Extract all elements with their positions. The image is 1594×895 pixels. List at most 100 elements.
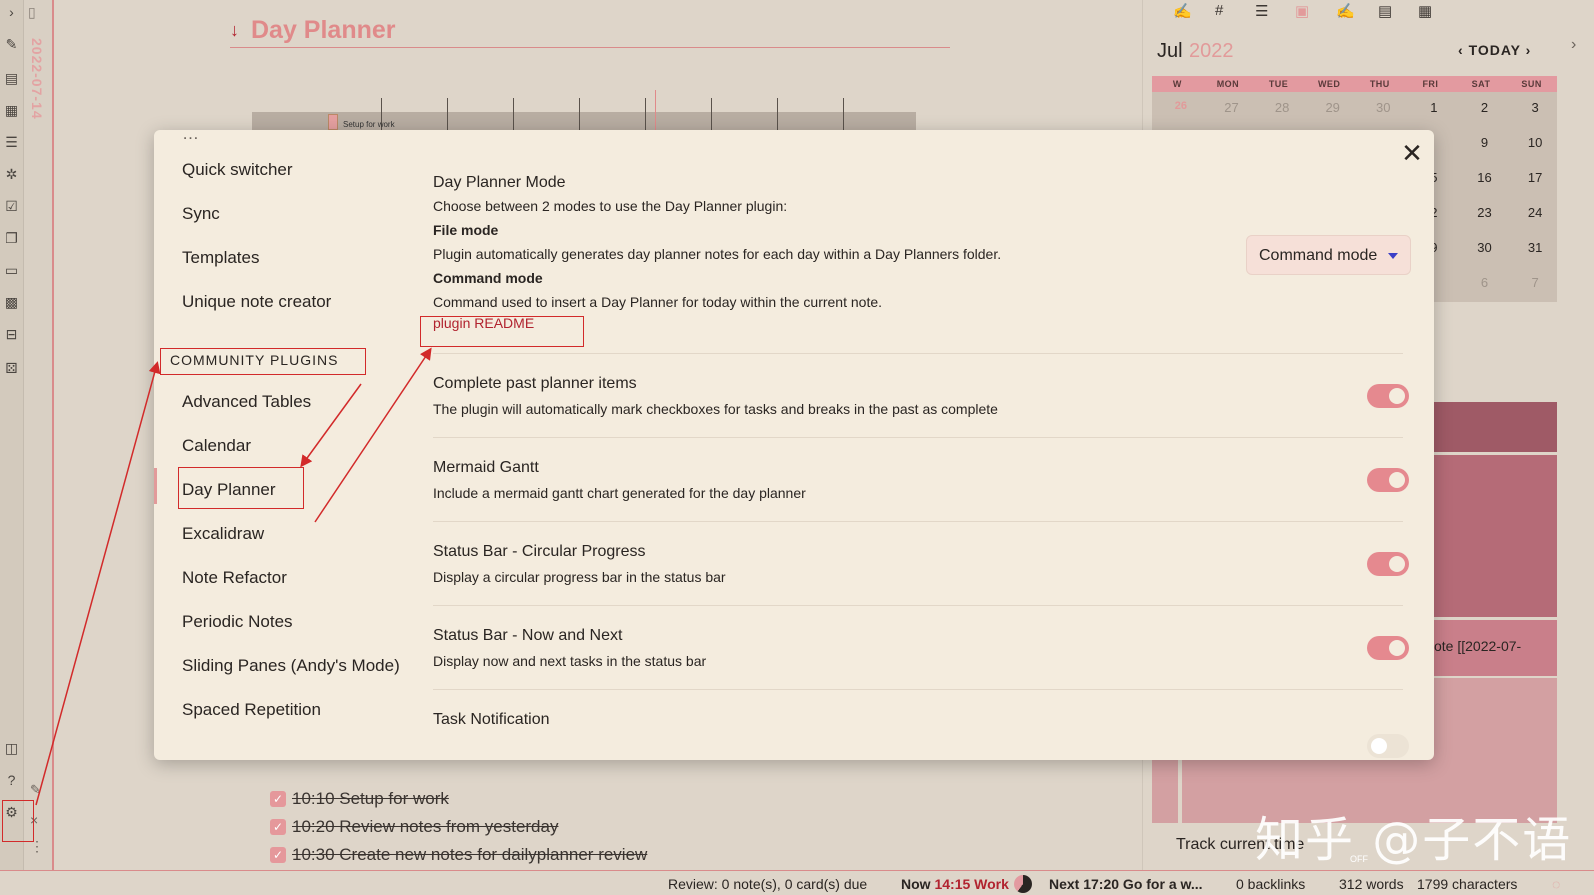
calendar-check-icon[interactable]: ☑ [3, 198, 20, 215]
mode-dropdown-value: Command mode [1259, 247, 1378, 264]
sidebar-item-excalidraw[interactable]: Excalidraw [182, 524, 264, 544]
table-icon[interactable]: ▦ [1418, 2, 1432, 20]
sidebar-item-quick-switcher[interactable]: Quick switcher [182, 160, 293, 180]
calendar-weekday-header: TUE [1268, 79, 1289, 89]
calendar-day[interactable]: 6 [1456, 275, 1514, 290]
status-next[interactable]: Next 17:20 Go for a w... [1049, 876, 1203, 892]
chevron-right-icon[interactable]: › [1526, 42, 1532, 58]
dice-icon[interactable]: ⚄ [3, 360, 20, 377]
edit-icon[interactable]: ✎ [30, 782, 41, 798]
checkbox-checked-icon[interactable]: ✓ [270, 791, 286, 807]
graph-icon[interactable]: ✲ [3, 166, 20, 183]
task-item[interactable]: ✓ 10:10 Setup for work [270, 787, 449, 811]
vault-icon[interactable]: ◫ [3, 740, 20, 757]
left-ribbon: › ✎ ▤ ▦ ☰ ✲ ☑ ❐ ▭ ▩ ⊟ ⚄ ◫ ? ⚙ [0, 0, 24, 870]
setting-name: Status Bar - Circular Progress [433, 543, 646, 560]
toggle-now-and-next[interactable] [1367, 636, 1409, 660]
calendar-day[interactable]: 27 [1203, 100, 1261, 115]
calendar-day[interactable]: 7 [1506, 275, 1564, 290]
blocks-icon[interactable]: ▩ [3, 294, 20, 311]
pen-icon[interactable]: ✍ [1173, 2, 1192, 20]
calendar-day[interactable]: 28 [1253, 100, 1311, 115]
copy-icon[interactable]: ❐ [3, 230, 20, 247]
sidebar-item-sync[interactable]: Sync [182, 204, 220, 224]
status-review[interactable]: Review: 0 note(s), 0 card(s) due [668, 876, 867, 892]
status-now-task: Work [974, 876, 1009, 892]
calendar-day[interactable]: 23 [1456, 205, 1514, 220]
sidebar-item-periodic-notes[interactable]: Periodic Notes [182, 612, 293, 632]
calendar-day[interactable]: 31 [1506, 240, 1564, 255]
settings-modal: … Quick switcher Sync Templates Unique n… [154, 130, 1434, 760]
calendar-day[interactable]: 30 [1456, 240, 1514, 255]
sidebar-item-unique-note-creator[interactable]: Unique note creator [182, 292, 331, 312]
status-now[interactable]: Now 14:15 Work [901, 876, 1009, 892]
pin-icon[interactable]: ✎ [3, 36, 20, 53]
mode-dropdown[interactable]: Command mode [1246, 235, 1411, 275]
task-item[interactable]: ✓ 10:20 Review notes from yesterday [270, 815, 558, 839]
sidebar-item-sliding-panes[interactable]: Sliding Panes (Andy's Mode) [182, 656, 400, 676]
calendar-icon[interactable]: ▣ [1295, 2, 1309, 20]
chevron-right-icon[interactable]: › [3, 4, 20, 21]
calendar-header-row: W MON TUE WED THU FRI SAT SUN [1152, 76, 1557, 92]
inbox-icon[interactable]: ⊟ [3, 326, 20, 343]
divider [433, 521, 1403, 522]
calendar-week-number[interactable]: 26 [1152, 100, 1210, 112]
calendar-day[interactable]: 10 [1506, 135, 1564, 150]
help-icon[interactable]: ? [3, 772, 20, 789]
calendar-day[interactable]: 29 [1304, 100, 1362, 115]
annotation-box-readme [420, 316, 584, 347]
caret-down-icon [1388, 253, 1398, 259]
calendar-weekday-header: W [1172, 79, 1182, 89]
hashtag-icon[interactable]: # [1215, 2, 1223, 19]
setting-desc-intro: Choose between 2 modes to use the Day Pl… [433, 198, 788, 214]
sidebar-item-calendar[interactable]: Calendar [182, 436, 251, 456]
checkbox-checked-icon[interactable]: ✓ [270, 847, 286, 863]
chevron-left-icon[interactable]: ‹ [1458, 42, 1464, 58]
sidebar-item-advanced-tables[interactable]: Advanced Tables [182, 392, 311, 412]
right-panel-block: ote [[2022-07- [1434, 620, 1557, 676]
setting-name: Complete past planner items [433, 375, 637, 392]
watermark: 知乎 @子不语 [1255, 812, 1573, 868]
divider [433, 689, 1403, 690]
calendar-day[interactable]: 30 [1354, 100, 1412, 115]
calendar-year: 2022 [1189, 40, 1234, 62]
sidebar-item-partial[interactable]: … [182, 130, 199, 144]
heading-arrow-icon: ↓ [230, 20, 239, 40]
calendar-day[interactable]: 1 [1405, 100, 1463, 115]
outline-icon[interactable]: ☰ [1255, 2, 1268, 20]
sidebar-item-note-refactor[interactable]: Note Refactor [182, 568, 287, 588]
calendar-weekday-header: SAT [1471, 79, 1491, 89]
vertical-note-date: 2022-07-14 [29, 38, 45, 120]
sync-status-icon[interactable]: ◌ [1552, 876, 1560, 892]
checkbox-checked-icon[interactable]: ✓ [270, 819, 286, 835]
toggle-task-notification[interactable] [1367, 734, 1409, 758]
calendar-weekday-header: MON [1216, 79, 1240, 89]
toggle-complete-past-items[interactable] [1367, 384, 1409, 408]
setting-desc: The plugin will automatically mark check… [433, 401, 998, 417]
task-item[interactable]: ✓ 10:30 Create new notes for dailyplanne… [270, 843, 647, 867]
book-icon[interactable]: ▤ [1378, 2, 1392, 20]
sidebar-active-indicator [154, 468, 157, 504]
cards-icon[interactable]: ▭ [3, 262, 20, 279]
status-backlinks[interactable]: 0 backlinks [1236, 876, 1305, 892]
link-icon[interactable]: ✍ [1336, 2, 1355, 20]
table-icon[interactable]: ▦ [3, 102, 20, 119]
book-icon[interactable]: ▤ [3, 70, 20, 87]
calendar-day[interactable]: 3 [1506, 100, 1564, 115]
chevron-right-icon[interactable]: › [1571, 36, 1576, 54]
calendar-day[interactable]: 16 [1456, 170, 1514, 185]
sidebar-item-templates[interactable]: Templates [182, 248, 259, 268]
calendar-day[interactable]: 2 [1456, 100, 1514, 115]
toggle-circular-progress[interactable] [1367, 552, 1409, 576]
gantt-task-label: Setup for work [343, 120, 395, 129]
calendar-day[interactable]: 17 [1506, 170, 1564, 185]
calendar-day[interactable]: 24 [1506, 205, 1564, 220]
list-icon[interactable]: ☰ [3, 134, 20, 151]
calendar-day[interactable]: 9 [1456, 135, 1514, 150]
calendar-weekday-header: WED [1317, 79, 1341, 89]
today-button[interactable]: TODAY [1469, 42, 1521, 58]
task-text: 10:10 Setup for work [292, 789, 449, 808]
toggle-mermaid-gantt[interactable] [1367, 468, 1409, 492]
settings-sidebar: … Quick switcher Sync Templates Unique n… [154, 130, 414, 760]
sidebar-item-spaced-repetition[interactable]: Spaced Repetition [182, 700, 321, 720]
